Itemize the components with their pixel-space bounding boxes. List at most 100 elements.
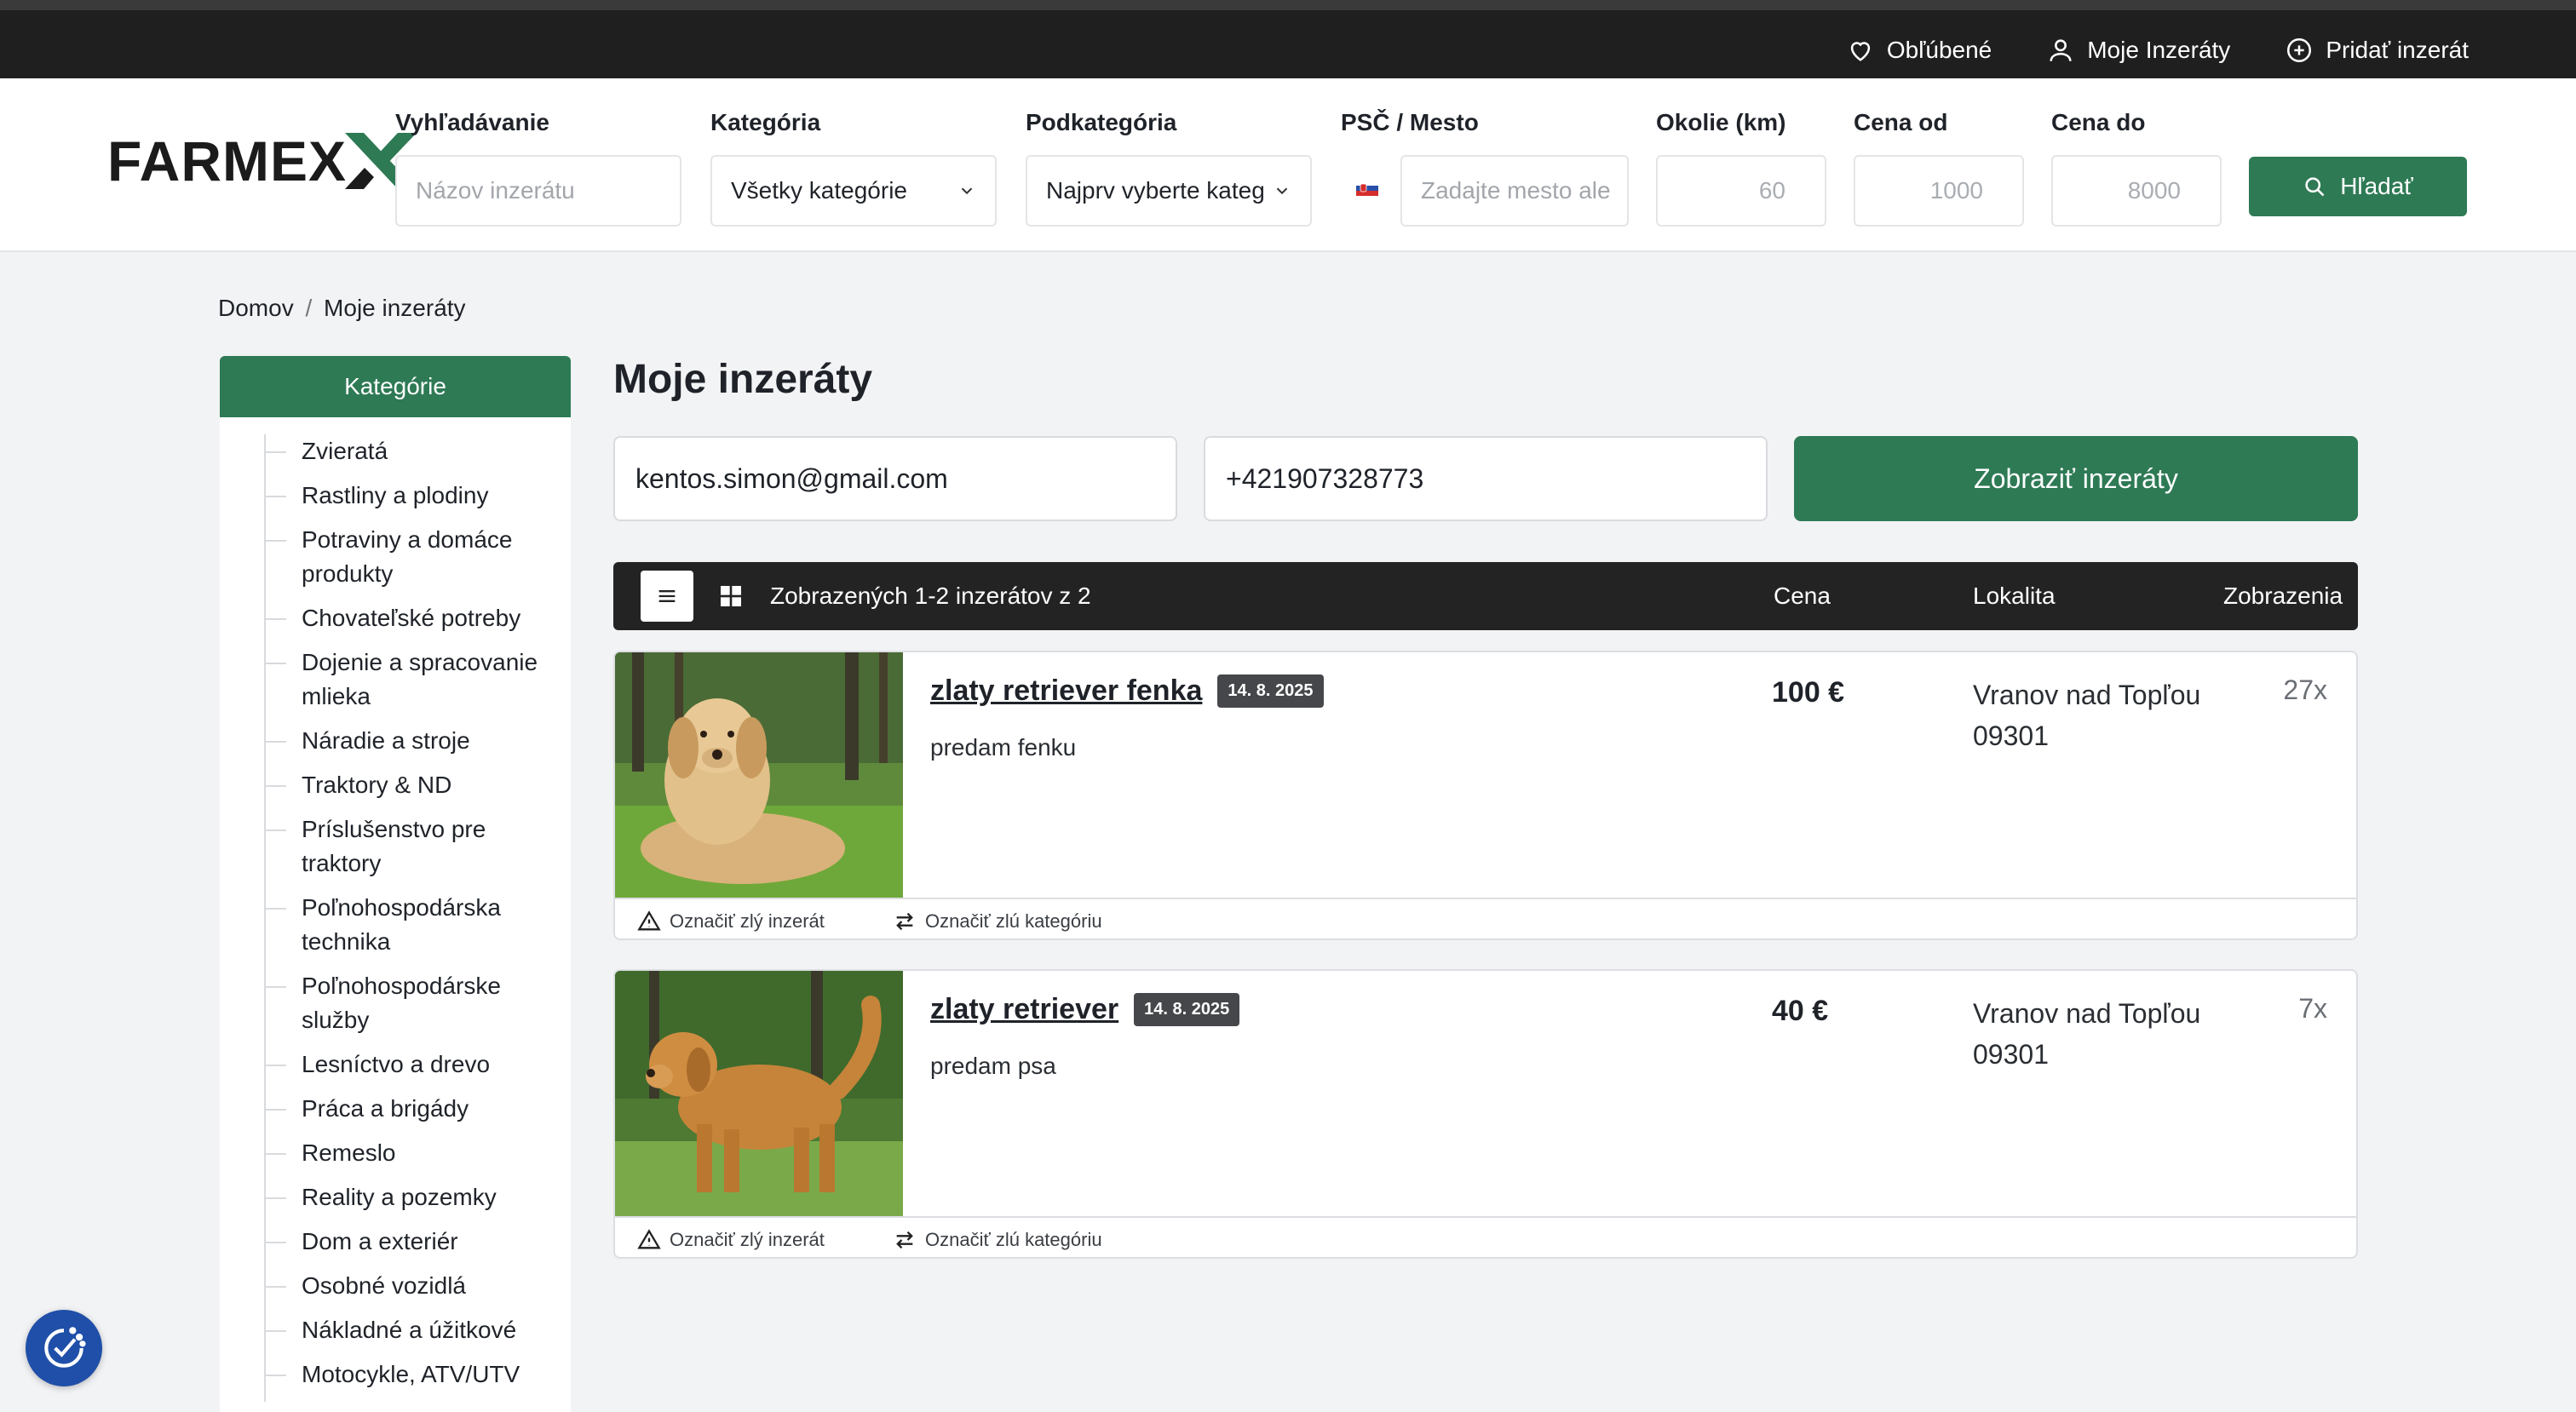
phone-field[interactable]: +421907328773 (1204, 436, 1768, 521)
sidebar-item[interactable]: Príslušenstvo pre traktory (220, 812, 571, 891)
listing-footer: Označiť zlý inzerát Označiť zlú kategóri… (615, 1216, 2356, 1257)
swap-arrows-icon (896, 912, 913, 931)
sidebar-item[interactable]: Chovateľské potreby (220, 601, 571, 646)
sidebar-item[interactable]: Osobné vozidlá (220, 1269, 571, 1313)
search-query-input[interactable]: Názov inzerátu (395, 155, 681, 227)
breadcrumb-current: Moje inzeráty (324, 295, 466, 321)
category-sidebar: Kategórie Zvieratá Rastliny a plodiny Po… (220, 356, 571, 1412)
listing-views: 7x (2298, 993, 2327, 1024)
breadcrumb-home[interactable]: Domov (218, 295, 294, 321)
listing-price: 100 € (1772, 676, 1845, 709)
my-ads-link[interactable]: Moje Inzeráty (2046, 36, 2230, 65)
listing-footer: Označiť zlý inzerát Označiť zlú kategóri… (615, 898, 2356, 938)
category-select[interactable]: Všetky kategórie (710, 155, 997, 227)
sidebar-item[interactable]: Dojenie a spracovanie mlieka (220, 646, 571, 724)
email-field[interactable]: kentos.simon@gmail.com (613, 436, 1177, 521)
breadcrumb: Domov / Moje inzeráty (218, 295, 466, 322)
sidebar-item[interactable]: Motocykle, ATV/UTV (220, 1357, 571, 1402)
slovakia-flag-icon[interactable] (1356, 181, 1378, 196)
search-query-label: Vyhľadávanie (395, 109, 549, 135)
subcategory-group: Podkategória Najprv vyberte kateg (1026, 109, 1312, 227)
sidebar-item[interactable]: Poľnohospodárske služby (220, 969, 571, 1048)
listing-date-badge: 14. 8. 2025 (1134, 993, 1240, 1026)
search-button-label: Hľadať (2340, 173, 2413, 199)
listing-location: Vranov nad Topľou 09301 (1973, 680, 2201, 751)
price-from-label: Cena od (1854, 109, 1948, 135)
add-ad-label: Pridať inzerát (2326, 37, 2469, 63)
sidebar-item[interactable]: Náradie a stroje (220, 724, 571, 768)
radius-label: Okolie (km) (1656, 109, 1786, 135)
report-category-button[interactable]: Označiť zlú kategóriu (893, 1228, 1102, 1252)
logo-text: FARMEX (107, 129, 348, 192)
listing-card[interactable]: zlaty retriever fenka 14. 8. 2025 predam… (613, 651, 2358, 940)
price-to-input[interactable]: 8000 (2051, 155, 2222, 227)
listing-date-badge: 14. 8. 2025 (1217, 674, 1324, 708)
radius-input[interactable]: 60 (1656, 155, 1826, 227)
favorites-label: Obľúbené (1886, 37, 1992, 63)
dog-photo-image (615, 652, 903, 898)
subcategory-select[interactable]: Najprv vyberte kateg (1026, 155, 1312, 227)
sidebar-item[interactable]: Lesníctvo a drevo (220, 1048, 571, 1092)
listing-location: Vranov nad Topľou 09301 (1973, 998, 2201, 1070)
swap-arrows-icon (896, 1231, 913, 1249)
radius-group: Okolie (km) 60 (1656, 109, 1826, 227)
report-ad-button[interactable]: Označiť zlý inzerát (637, 1228, 825, 1252)
listing-photo[interactable] (615, 652, 903, 898)
my-ads-label: Moje Inzeráty (2087, 37, 2231, 63)
list-header-bar: Zobrazených 1-2 inzerátov z 2 Cena Lokal… (613, 562, 2358, 630)
price-to-group: Cena do 8000 (2051, 109, 2222, 227)
sidebar-item[interactable]: Rastliny a plodiny (220, 479, 571, 523)
chevron-down-icon (961, 187, 973, 195)
listing-description: predam psa (930, 1053, 1056, 1079)
plus-circle-icon (2287, 37, 2312, 63)
listing-title-row: zlaty retriever 14. 8. 2025 (930, 993, 1240, 1026)
listing-price: 40 € (1772, 995, 1829, 1027)
report-category-label: Označiť zlú kategóriu (925, 910, 1102, 932)
listing-title-row: zlaty retriever fenka 14. 8. 2025 (930, 674, 1324, 708)
listing-title-link[interactable]: zlaty retriever fenka (930, 674, 1202, 708)
location-input[interactable]: Zadajte mesto ale (1400, 155, 1629, 227)
add-ad-link[interactable]: Pridať inzerát (2285, 36, 2469, 65)
sidebar-item[interactable]: Reality a pozemky (220, 1180, 571, 1225)
sidebar-item[interactable]: Zvieratá (220, 434, 571, 479)
report-category-label: Označiť zlú kategóriu (925, 1229, 1102, 1250)
listing-description: predam fenku (930, 734, 1077, 761)
sidebar-item[interactable]: Dom a exteriér (220, 1225, 571, 1269)
sidebar-item[interactable]: Traktory & ND (220, 768, 571, 812)
report-category-button[interactable]: Označiť zlú kategóriu (893, 910, 1102, 933)
top-bar: Obľúbené Moje Inzeráty Pridať inzerát (0, 0, 2576, 78)
sidebar-item[interactable]: Poľnohospodárska technika (220, 891, 571, 969)
price-from-input[interactable]: 1000 (1854, 155, 2024, 227)
cookie-consent-button[interactable] (26, 1310, 102, 1386)
sidebar-item[interactable]: Práca a brigády (220, 1092, 571, 1136)
breadcrumb-separator: / (305, 295, 313, 321)
list-view-button[interactable] (641, 571, 693, 622)
listing-card[interactable]: zlaty retriever 14. 8. 2025 predam psa 4… (613, 969, 2358, 1259)
sidebar-item[interactable]: Remeslo (220, 1136, 571, 1180)
price-to-label: Cena do (2051, 109, 2146, 135)
cookie-check-icon (44, 1327, 86, 1368)
report-ad-button[interactable]: Označiť zlý inzerát (637, 910, 825, 933)
warning-icon (637, 1229, 661, 1249)
category-label: Kategória (710, 109, 821, 135)
listing-title-link[interactable]: zlaty retriever (930, 993, 1118, 1026)
location-label: PSČ / Mesto (1341, 109, 1479, 135)
grid-view-icon[interactable] (717, 583, 745, 610)
favorites-link[interactable]: Obľúbené (1846, 36, 1992, 65)
list-icon (658, 590, 676, 602)
show-ads-button[interactable]: Zobraziť inzeráty (1794, 436, 2358, 521)
report-ad-label: Označiť zlý inzerát (670, 910, 825, 932)
sidebar-item[interactable]: Nákladné a úžitkové (220, 1313, 571, 1357)
listing-photo[interactable] (615, 971, 903, 1216)
sidebar-item[interactable]: Potraviny a domáce produkty (220, 523, 571, 601)
chevron-down-icon (1276, 187, 1288, 195)
sidebar-title: Kategórie (220, 356, 571, 417)
category-group: Kategória Všetky kategórie (710, 109, 997, 227)
price-from-group: Cena od 1000 (1854, 109, 2024, 227)
location-group: PSČ / Mesto Zadajte mesto ale (1341, 109, 1629, 227)
heart-icon (1850, 42, 1871, 61)
search-button[interactable]: Hľadať (2249, 157, 2467, 216)
farmex-logo[interactable]: FARMEX (107, 129, 417, 192)
subcategory-label: Podkategória (1026, 109, 1177, 135)
search-icon (2305, 177, 2325, 197)
